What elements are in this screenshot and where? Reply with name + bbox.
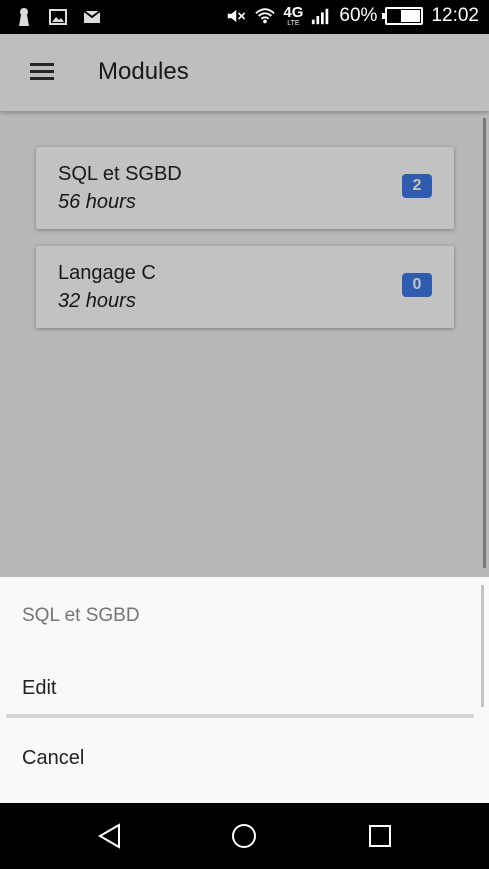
signal-icon [311, 6, 331, 26]
action-sheet: SQL et SGBD Edit Cancel [0, 577, 489, 803]
battery-fill [401, 10, 421, 22]
navigation-bar [0, 803, 489, 869]
edit-label: Edit [22, 677, 57, 699]
sheet-scrollbar[interactable] [481, 585, 484, 707]
action-sheet-title: SQL et SGBD [22, 605, 140, 626]
mail-icon [82, 7, 102, 27]
mute-icon [227, 6, 247, 26]
battery-icon [382, 7, 424, 25]
wifi-icon [255, 6, 276, 26]
status-bar: 4G LTE 60% 12:02 [0, 0, 489, 34]
cancel-label: Cancel [22, 747, 85, 769]
back-icon[interactable] [95, 821, 125, 851]
network-indicator: 4G LTE [283, 4, 304, 27]
image-icon [48, 7, 68, 27]
battery-percent: 60% [339, 5, 378, 26]
keyhole-icon [14, 7, 34, 27]
edit-button[interactable]: Edit [0, 655, 489, 719]
page-scrollbar[interactable] [483, 118, 486, 568]
recents-icon[interactable] [365, 821, 395, 851]
divider [6, 714, 474, 718]
clock: 12:02 [431, 5, 479, 26]
cancel-button[interactable]: Cancel [0, 725, 489, 789]
home-icon[interactable] [229, 821, 259, 851]
